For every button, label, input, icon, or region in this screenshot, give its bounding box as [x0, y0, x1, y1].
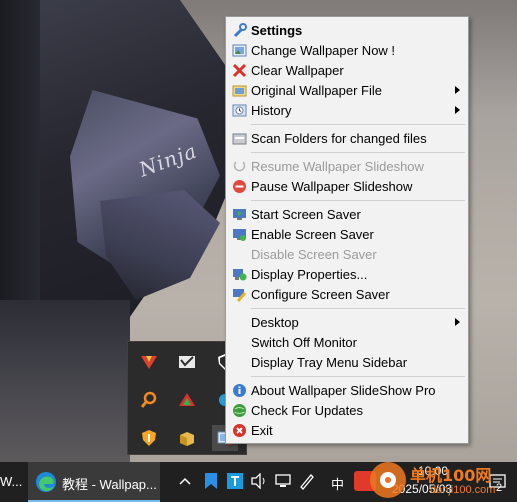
volume-icon[interactable] [250, 472, 268, 490]
update-globe-icon [232, 403, 247, 418]
start-screensaver-icon [232, 207, 247, 222]
menu-separator [251, 124, 465, 125]
configure-screensaver-icon [232, 287, 247, 302]
menu-item-resume-slideshow[interactable]: Resume Wallpaper Slideshow [226, 157, 468, 177]
tray-bookmark-app-icon[interactable] [203, 472, 219, 490]
menu-item-label: About Wallpaper SlideShow Pro [251, 383, 436, 398]
info-icon [232, 383, 247, 398]
tray-triangle-app-icon[interactable] [177, 390, 197, 410]
tray-shield-orange-icon[interactable] [139, 428, 159, 448]
network-icon[interactable] [274, 473, 292, 489]
menu-item-disable-screen-saver[interactable]: Disable Screen Saver [226, 245, 468, 265]
menu-separator [251, 200, 465, 201]
clear-icon [232, 63, 247, 78]
menu-item-label: Display Properties... [251, 267, 368, 282]
submenu-arrow-icon [455, 318, 460, 326]
menu-item-label: Clear Wallpaper [251, 63, 344, 78]
menu-item-original-wallpaper-file[interactable]: Original Wallpaper File [226, 81, 468, 101]
menu-item-label: Start Screen Saver [251, 207, 361, 222]
pause-icon [232, 179, 247, 194]
menu-item-label: History [251, 103, 292, 118]
menu-item-label: Configure Screen Saver [251, 287, 390, 302]
tray-app-icon-red-v[interactable] [139, 352, 159, 372]
notification-count-badge: 2 [496, 482, 503, 494]
menu-item-scan-folders[interactable]: Scan Folders for changed files [226, 129, 468, 149]
menu-item-label: Original Wallpaper File [251, 83, 383, 98]
taskbar-active-app-label: 教程 - Wallpap... [62, 477, 157, 492]
menu-item-label: Check For Updates [251, 403, 363, 418]
watermark-logo [370, 462, 406, 498]
edge-browser-icon [34, 470, 58, 494]
history-icon [232, 103, 247, 118]
menu-item-pause-slideshow[interactable]: Pause Wallpaper Slideshow [226, 177, 468, 197]
menu-item-start-screen-saver[interactable]: Start Screen Saver [226, 205, 468, 225]
exit-icon [232, 423, 247, 438]
resume-icon [232, 159, 247, 174]
menu-item-clear-wallpaper[interactable]: Clear Wallpaper [226, 61, 468, 81]
original-file-icon [232, 83, 247, 98]
input-method-indicator[interactable]: 中 [331, 474, 344, 493]
menu-item-exit[interactable]: Exit [226, 421, 468, 441]
menu-item-label: Settings [251, 23, 303, 38]
menu-item-switch-off-monitor[interactable]: Switch Off Monitor [226, 333, 468, 353]
submenu-arrow-icon [455, 86, 460, 94]
menu-item-history[interactable]: History [226, 101, 468, 121]
tray-search-icon[interactable] [139, 390, 159, 410]
tray-context-menu: Settings Change Wallpaper Now ! Clear Wa… [225, 16, 469, 444]
menu-item-label: Disable Screen Saver [251, 247, 377, 262]
menu-item-enable-screen-saver[interactable]: Enable Screen Saver [226, 225, 468, 245]
change-wallpaper-icon [232, 43, 247, 58]
motorcycle-lower [0, 300, 130, 462]
menu-item-label: Display Tray Menu Sidebar [251, 355, 408, 370]
settings-icon [232, 23, 247, 38]
watermark-text: 单机100网 [410, 466, 492, 485]
menu-item-display-properties[interactable]: Display Properties... [226, 265, 468, 285]
menu-item-label: Scan Folders for changed files [251, 131, 427, 146]
scan-folders-icon [232, 131, 247, 146]
menu-item-change-wallpaper-now[interactable]: Change Wallpaper Now ! [226, 41, 468, 61]
menu-item-label: Pause Wallpaper Slideshow [251, 179, 413, 194]
taskbar-partial-app-label[interactable]: W... [0, 474, 22, 489]
menu-item-label: Resume Wallpaper Slideshow [251, 159, 424, 174]
menu-item-label: Desktop [251, 315, 299, 330]
menu-item-check-for-updates[interactable]: Check For Updates [226, 401, 468, 421]
enable-screensaver-icon [232, 227, 247, 242]
menu-item-label: Exit [251, 423, 273, 438]
show-hidden-icons-chevron-icon[interactable] [178, 474, 192, 488]
menu-item-display-tray-menu-sidebar[interactable]: Display Tray Menu Sidebar [226, 353, 468, 373]
tray-t-app-icon[interactable] [226, 472, 244, 490]
menu-item-label: Switch Off Monitor [251, 335, 357, 350]
submenu-arrow-icon [455, 106, 460, 114]
disable-screensaver-icon [232, 247, 247, 262]
display-properties-icon [232, 267, 247, 282]
watermark-url: danji100.com [430, 484, 496, 496]
menu-item-about[interactable]: About Wallpaper SlideShow Pro [226, 381, 468, 401]
menu-item-desktop[interactable]: Desktop [226, 313, 468, 333]
menu-item-settings[interactable]: Settings [226, 21, 468, 41]
tray-box-icon[interactable] [177, 428, 197, 448]
menu-item-label: Enable Screen Saver [251, 227, 374, 242]
menu-separator [251, 376, 465, 377]
menu-separator [251, 152, 465, 153]
menu-separator [251, 308, 465, 309]
menu-item-configure-screen-saver[interactable]: Configure Screen Saver [226, 285, 468, 305]
tray-app-icon-check[interactable] [177, 352, 197, 372]
menu-item-label: Change Wallpaper Now ! [251, 43, 396, 58]
pen-icon[interactable] [298, 472, 316, 490]
